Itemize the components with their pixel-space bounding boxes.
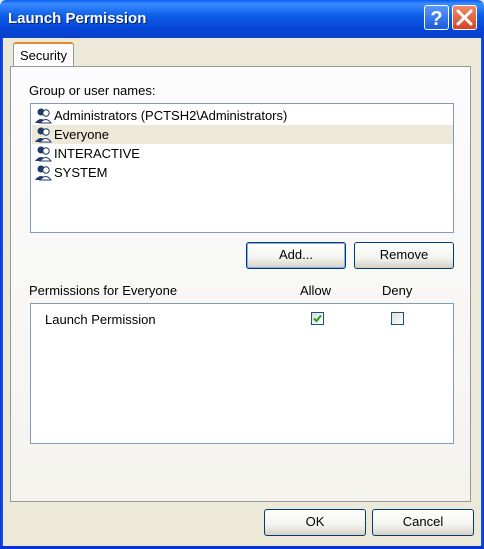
- list-item-interactive[interactable]: INTERACTIVE: [32, 144, 453, 163]
- user-group-icon: [35, 165, 52, 181]
- user-list[interactable]: Administrators (PCTSH2\Administrators) E…: [30, 103, 454, 233]
- user-group-icon: [35, 146, 52, 162]
- window-frame-left: [0, 38, 3, 549]
- remove-button[interactable]: Remove: [354, 242, 454, 269]
- allow-checkbox[interactable]: [311, 312, 324, 325]
- help-icon: ?: [430, 8, 442, 29]
- group-or-user-names-label: Group or user names:: [29, 83, 156, 98]
- list-item-label: SYSTEM: [54, 165, 108, 180]
- help-button[interactable]: ?: [424, 5, 449, 30]
- permissions-list: Launch Permission: [30, 303, 454, 444]
- title-bar[interactable]: Launch Permission ?: [0, 0, 484, 38]
- list-item-system[interactable]: SYSTEM: [32, 163, 453, 182]
- launch-permission-dialog: Launch Permission ? Security Group or us…: [0, 0, 484, 549]
- add-button[interactable]: Add...: [246, 242, 346, 269]
- user-group-icon: [35, 127, 52, 143]
- tab-security-label: Security: [20, 48, 67, 63]
- deny-checkbox[interactable]: [391, 312, 404, 325]
- tab-security[interactable]: Security: [13, 42, 74, 66]
- user-group-icon: [35, 108, 52, 124]
- list-item-administrators[interactable]: Administrators (PCTSH2\Administrators): [32, 106, 453, 125]
- allow-column-header: Allow: [300, 283, 332, 298]
- deny-column-header: Deny: [382, 283, 413, 298]
- cancel-button[interactable]: Cancel: [372, 509, 474, 536]
- list-item-label: Administrators (PCTSH2\Administrators): [54, 108, 288, 123]
- window-title: Launch Permission: [8, 10, 147, 27]
- checkmark-icon: [313, 314, 322, 323]
- list-item-label: Everyone: [54, 127, 109, 142]
- ok-button[interactable]: OK: [264, 509, 366, 536]
- close-button[interactable]: [452, 5, 477, 30]
- permissions-label: Permissions for Everyone: [29, 283, 178, 298]
- permission-row-label: Launch Permission: [45, 312, 156, 327]
- svg-text:?: ?: [430, 8, 442, 29]
- list-item-label: INTERACTIVE: [54, 146, 140, 161]
- list-item-everyone[interactable]: Everyone: [32, 125, 453, 144]
- close-icon: [456, 9, 473, 26]
